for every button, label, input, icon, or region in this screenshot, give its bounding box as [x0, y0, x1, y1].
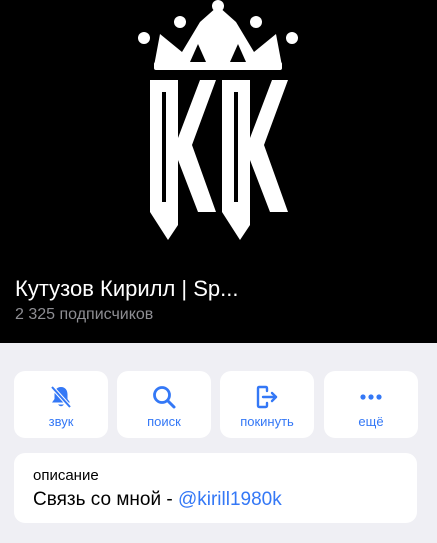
- channel-title: Кутузов Кирилл | Sp...: [15, 276, 239, 301]
- mute-button[interactable]: звук: [14, 371, 108, 438]
- search-icon: [153, 386, 176, 409]
- contact-link[interactable]: @kirill1980k: [178, 489, 282, 510]
- description-label: описание: [33, 467, 99, 484]
- description-body: Связь со мной -: [33, 489, 178, 510]
- channel-header: Кутузов Кирилл | Sp... 2 325 подписчиков: [0, 0, 437, 343]
- leave-label: покинуть: [240, 414, 294, 429]
- subscriber-count: 2 325 подписчиков: [15, 306, 154, 323]
- mute-label: звук: [48, 414, 74, 429]
- more-dots-icon: [360, 394, 382, 400]
- search-button[interactable]: поиск: [117, 371, 211, 438]
- description-text: Связь со мной - @kirill1980k: [33, 489, 282, 511]
- bell-muted-icon: [50, 385, 72, 409]
- more-button[interactable]: ещё: [324, 371, 418, 438]
- search-label: поиск: [147, 414, 181, 429]
- kk-crown-logo-icon: [138, 0, 298, 240]
- leave-button[interactable]: покинуть: [220, 371, 314, 438]
- action-bar: звук поиск покинуть ещё: [14, 371, 418, 438]
- description-card: описание Связь со мной - @kirill1980k: [14, 453, 417, 523]
- leave-icon: [256, 385, 278, 409]
- more-label: ещё: [358, 414, 384, 429]
